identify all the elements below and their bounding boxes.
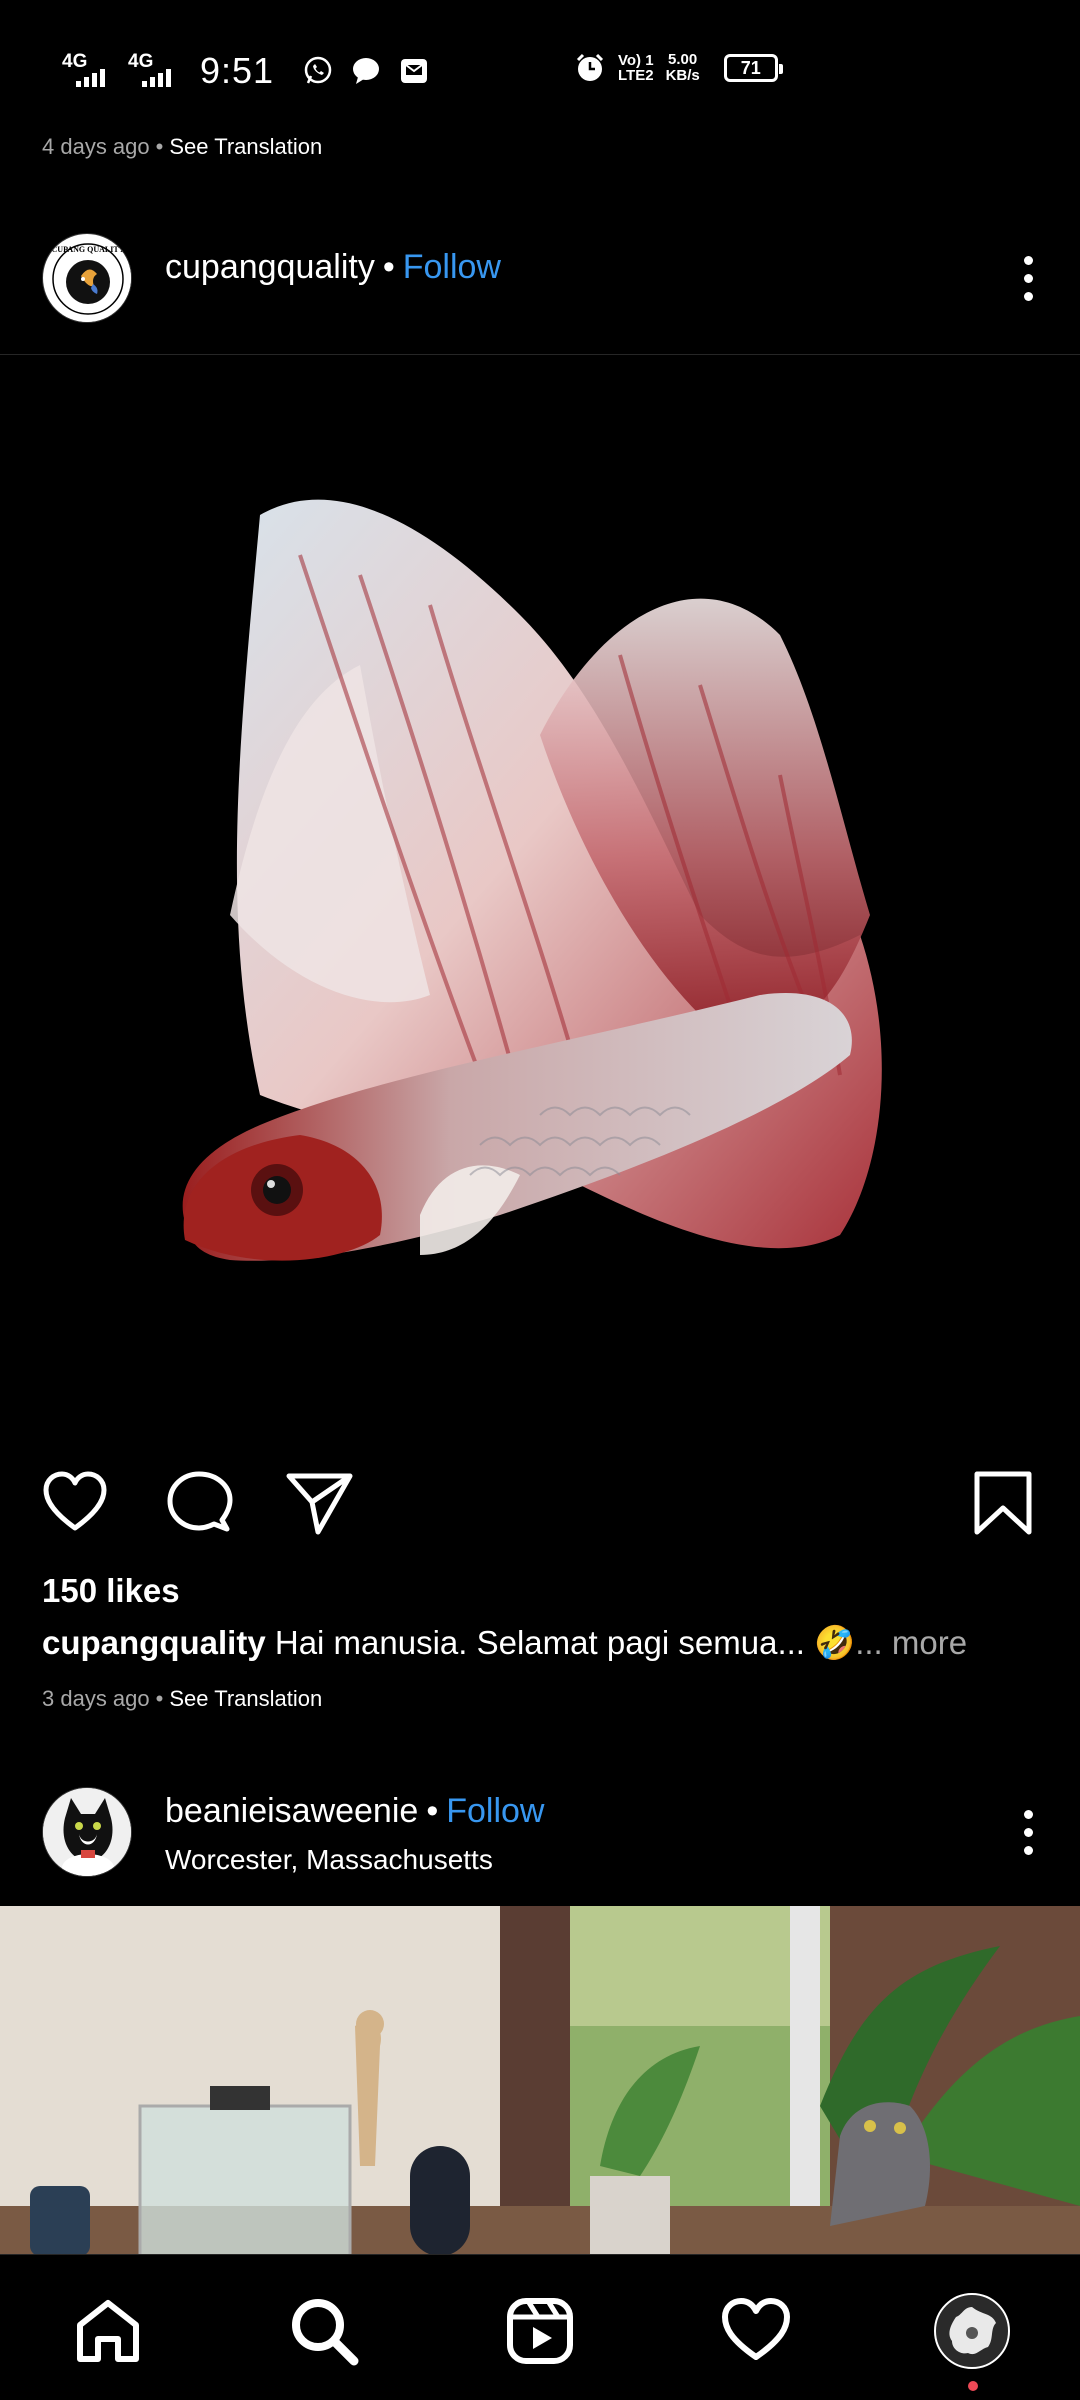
status-left: 4G 4G 9:51 <box>62 50 430 92</box>
post-meta: 3 days ago • See Translation <box>42 1686 322 1712</box>
room-with-cat-image <box>0 1906 1080 2256</box>
caption-more-link[interactable]: ... more <box>855 1624 967 1661</box>
post2-username[interactable]: beanieisaweenie <box>165 1792 418 1830</box>
svg-text:CUPANG QUALITY: CUPANG QUALITY <box>52 245 125 254</box>
previous-post-meta: 4 days ago • See Translation <box>42 134 322 160</box>
speed-unit: KB/s <box>665 67 700 84</box>
clock: 9:51 <box>200 50 275 91</box>
volte-line-2: LTE2 <box>618 67 654 84</box>
message-icon <box>353 58 380 84</box>
save-bookmark-icon[interactable] <box>968 1468 1038 1538</box>
home-icon <box>77 2300 139 2362</box>
bottom-navigation <box>0 2254 1080 2400</box>
nav-reels[interactable] <box>500 2291 580 2371</box>
avatar[interactable]: CUPANG QUALITY <box>42 233 132 323</box>
post-username[interactable]: cupangquality <box>165 248 375 286</box>
battery-level: 71 <box>740 57 761 78</box>
nav-profile[interactable] <box>932 2291 1012 2371</box>
status-right: Vo) 1 LTE2 5.00 KB/s 71 <box>574 52 783 84</box>
network-speed: 5.00 KB/s <box>666 52 700 84</box>
see-translation-link[interactable]: See Translation <box>169 1686 322 1711</box>
comment-icon[interactable] <box>164 1468 234 1538</box>
nav-search[interactable] <box>284 2291 364 2371</box>
caption: cupangquality Hai manusia. Selamat pagi … <box>42 1624 967 1663</box>
cupangquality-logo: CUPANG QUALITY <box>44 235 131 322</box>
see-translation-link[interactable]: See Translation <box>169 134 322 159</box>
like-heart-icon[interactable] <box>40 1468 110 1538</box>
more-options-icon[interactable] <box>1006 248 1050 308</box>
post-time: 3 days ago <box>42 1686 150 1711</box>
post2-user-line: beanieisaweenie • Follow <box>165 1792 544 1831</box>
volte-indicator: Vo) 1 LTE2 <box>618 53 654 83</box>
nav-home[interactable] <box>68 2291 148 2371</box>
activity-heart-icon <box>722 2298 790 2360</box>
signal-2-icon: 4G <box>128 51 178 91</box>
caption-username[interactable]: cupangquality <box>42 1624 266 1661</box>
alarm-icon <box>576 53 604 81</box>
previous-post-time: 4 days ago <box>42 134 150 159</box>
volte-line-1: Vo) 1 <box>618 52 654 69</box>
separator: • <box>426 1792 439 1830</box>
likes-count[interactable]: 150 likes <box>42 1572 180 1610</box>
reels-icon <box>507 2298 573 2364</box>
separator: • <box>155 134 164 159</box>
separator: • <box>382 248 395 286</box>
post-image[interactable] <box>0 355 1080 1435</box>
avatar[interactable] <box>42 1787 132 1877</box>
mail-icon <box>401 59 428 83</box>
post2-location[interactable]: Worcester, Massachusetts <box>165 1844 493 1876</box>
follow-button[interactable]: Follow <box>446 1792 544 1830</box>
post2-image[interactable] <box>0 1906 1080 2256</box>
follow-button[interactable]: Follow <box>403 248 501 286</box>
post-user-line: cupangquality • Follow <box>165 248 501 287</box>
profile-avatar <box>934 2293 1010 2369</box>
post2-header: beanieisaweenie • Follow Worcester, Massac… <box>0 1782 1080 1882</box>
signal-1-icon: 4G <box>62 51 112 91</box>
share-send-icon[interactable] <box>284 1468 354 1538</box>
status-bar: 4G 4G 9:51 Vo) 1 LTE2 5.00 KB/s 71 <box>0 0 1080 130</box>
speed-value: 5.00 <box>668 51 698 68</box>
battery-icon: 71 <box>723 54 783 82</box>
more-options-icon[interactable] <box>1006 1802 1050 1862</box>
betta-fish-image <box>182 499 882 1261</box>
whatsapp-icon <box>304 56 332 84</box>
cat-avatar-image <box>43 1788 131 1876</box>
caption-text: Hai manusia. Selamat pagi semua... 🤣 <box>274 1624 856 1661</box>
notification-dot <box>968 2381 978 2391</box>
nav-activity[interactable] <box>716 2291 796 2371</box>
post-actions <box>0 1468 1080 1538</box>
separator: • <box>155 1686 164 1711</box>
post-header: CUPANG QUALITY cupangquality • Follow <box>0 228 1080 328</box>
search-icon <box>292 2299 359 2366</box>
